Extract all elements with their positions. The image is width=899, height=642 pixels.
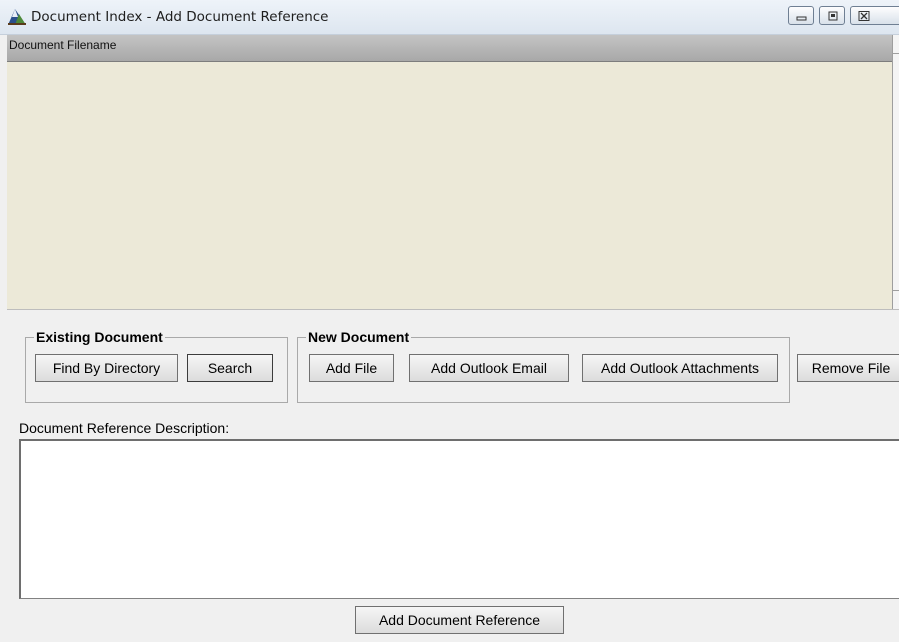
search-button[interactable]: Search [187, 354, 273, 382]
description-label: Document Reference Description: [19, 420, 230, 436]
column-header-label: Document Filename [9, 38, 117, 52]
document-filename-column-header[interactable]: Document Filename [7, 35, 892, 62]
add-file-button[interactable]: Add File [309, 354, 394, 382]
remove-file-button[interactable]: Remove File [797, 354, 899, 382]
description-textarea[interactable] [19, 439, 899, 599]
add-outlook-attachments-button[interactable]: Add Outlook Attachments [582, 354, 778, 382]
close-icon [858, 11, 870, 21]
document-file-list[interactable] [7, 62, 892, 309]
app-logo-icon [7, 8, 27, 26]
add-outlook-email-button[interactable]: Add Outlook Email [409, 354, 569, 382]
title-bar: Document Index - Add Document Reference [0, 0, 899, 35]
window-title: Document Index - Add Document Reference [31, 9, 329, 25]
find-by-directory-button[interactable]: Find By Directory [35, 354, 178, 382]
minimize-icon [796, 16, 807, 21]
restore-icon [828, 11, 838, 21]
minimize-button[interactable] [788, 6, 814, 25]
list-divider [7, 309, 899, 310]
existing-document-group-title: Existing Document [34, 329, 165, 345]
close-button[interactable] [850, 6, 899, 25]
list-vertical-scrollbar[interactable] [892, 35, 899, 309]
add-document-reference-button[interactable]: Add Document Reference [355, 606, 564, 634]
restore-button[interactable] [819, 6, 845, 25]
new-document-group-title: New Document [306, 329, 412, 345]
